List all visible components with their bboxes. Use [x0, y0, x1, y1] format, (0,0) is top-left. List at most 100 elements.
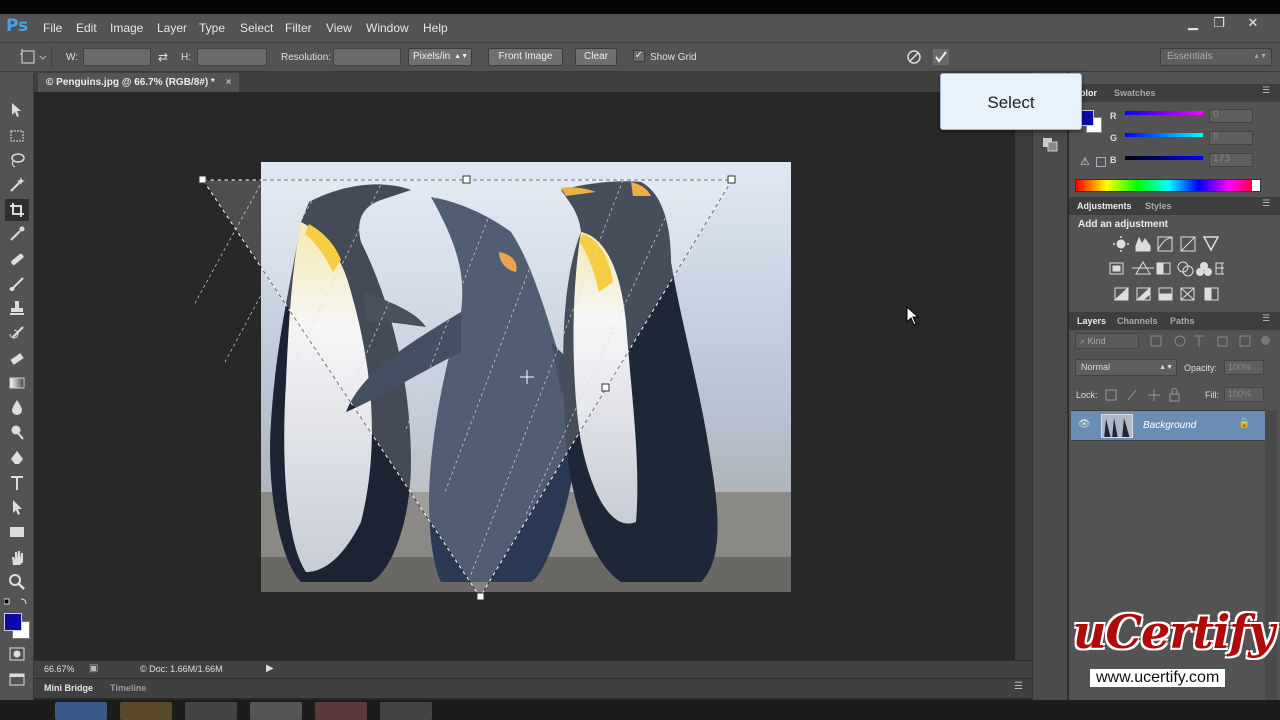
g-value-field[interactable]: 0 — [1209, 131, 1253, 145]
menu-select[interactable]: Select — [240, 21, 273, 35]
color-spectrum-bar[interactable] — [1075, 179, 1261, 192]
menu-edit[interactable]: Edit — [76, 21, 97, 35]
tab-layers[interactable]: Layers — [1077, 312, 1106, 330]
crop-handle-top-right[interactable] — [727, 175, 736, 184]
tab-timeline[interactable]: Timeline — [110, 683, 146, 693]
brightness-icon[interactable] — [1113, 236, 1129, 252]
tab-mini-bridge[interactable]: Mini Bridge — [44, 683, 93, 693]
quick-mask-tool[interactable] — [8, 645, 26, 663]
clear-button[interactable]: Clear — [575, 48, 617, 66]
r-slider[interactable] — [1125, 111, 1203, 115]
swap-icon[interactable]: ⇄ — [158, 50, 168, 64]
history-panel-icon[interactable] — [1042, 136, 1058, 152]
cancel-icon[interactable] — [906, 49, 922, 65]
smart-object-filter-icon[interactable] — [1239, 335, 1251, 347]
tab-adjustments[interactable]: Adjustments — [1077, 197, 1132, 215]
export-icon[interactable]: ▣ — [89, 663, 98, 674]
commit-checkmark-icon[interactable] — [933, 49, 949, 65]
dodge-tool[interactable] — [8, 423, 26, 441]
lock-all-icon[interactable] — [1169, 393, 1180, 402]
crop-handle-top-middle[interactable] — [462, 175, 471, 184]
zoom-level[interactable]: 66.67% — [44, 664, 75, 674]
type-tool[interactable] — [8, 474, 26, 492]
move-tool[interactable] — [8, 101, 26, 119]
show-grid-checkbox[interactable]: ✓ — [633, 50, 645, 62]
taskbar-app-4[interactable] — [250, 702, 302, 720]
path-selection-tool[interactable] — [8, 498, 26, 516]
lasso-tool[interactable] — [8, 151, 26, 169]
menu-filter[interactable]: Filter — [285, 21, 312, 35]
close-tab-icon[interactable]: × — [226, 77, 232, 88]
height-field[interactable] — [197, 48, 267, 66]
adjustment-filter-icon[interactable] — [1174, 335, 1186, 347]
marquee-tool[interactable] — [8, 127, 26, 145]
brush-tool[interactable] — [8, 275, 26, 293]
menu-type[interactable]: Type — [199, 21, 225, 35]
zoom-tool[interactable] — [8, 573, 26, 591]
fill-field[interactable]: 100% — [1224, 387, 1264, 402]
perspective-crop-tool[interactable] — [5, 199, 29, 221]
curves-icon[interactable] — [1157, 236, 1173, 252]
tab-swatches[interactable]: Swatches — [1114, 84, 1156, 102]
resolution-field[interactable] — [333, 48, 401, 66]
swap-colors-icon[interactable] — [4, 597, 30, 607]
panel-menu-icon[interactable]: ☰ — [1262, 199, 1270, 209]
layer-name[interactable]: Background — [1143, 420, 1196, 431]
levels-icon[interactable] — [1135, 245, 1151, 252]
rectangle-tool[interactable] — [8, 523, 26, 541]
history-brush-tool[interactable] — [8, 324, 26, 342]
tab-styles[interactable]: Styles — [1145, 197, 1172, 215]
lock-image-icon[interactable] — [1127, 389, 1137, 401]
front-image-button[interactable]: Front Image — [488, 48, 563, 66]
lock-position-icon[interactable] — [1148, 389, 1160, 401]
opacity-field[interactable]: 100% — [1224, 360, 1264, 375]
tab-paths[interactable]: Paths — [1170, 312, 1195, 330]
panel-menu-icon[interactable]: ☰ — [1014, 681, 1023, 692]
r-value-field[interactable]: 0 — [1209, 109, 1253, 123]
taskbar-app-3[interactable] — [185, 702, 237, 720]
perspective-crop-overlay[interactable] — [195, 172, 740, 604]
levels-histogram-icon[interactable] — [1135, 236, 1151, 247]
menu-layer[interactable]: Layer — [157, 21, 187, 35]
healing-brush-tool[interactable] — [8, 250, 26, 268]
pen-tool[interactable] — [8, 449, 26, 467]
shape-filter-icon[interactable] — [1217, 336, 1228, 347]
tab-color[interactable]: olor — [1080, 84, 1097, 102]
width-field[interactable] — [83, 48, 151, 66]
tab-channels[interactable]: Channels — [1117, 312, 1158, 330]
foreground-color-swatch[interactable] — [4, 613, 22, 631]
menu-window[interactable]: Window — [366, 21, 409, 35]
units-dropdown[interactable]: Pixels/in ▲▼ — [408, 48, 472, 66]
menu-image[interactable]: Image — [110, 21, 143, 35]
gradient-tool[interactable] — [8, 374, 26, 392]
restore-button[interactable]: ❐ — [1212, 17, 1226, 31]
clone-stamp-tool[interactable] — [8, 299, 26, 317]
spectrum-white-chip[interactable] — [1252, 180, 1260, 191]
type-filter-icon[interactable] — [1194, 335, 1204, 347]
g-slider[interactable] — [1125, 133, 1203, 137]
crop-handle-bottom[interactable] — [476, 592, 485, 601]
tool-preset-picker[interactable] — [8, 46, 52, 68]
document-tab[interactable]: © Penguins.jpg @ 66.7% (RGB/8#) * × — [38, 73, 240, 92]
vertical-scrollbar[interactable] — [1015, 92, 1032, 674]
taskbar-app-5[interactable] — [315, 702, 367, 720]
menu-view[interactable]: View — [326, 21, 352, 35]
crop-handle-top-left[interactable] — [198, 175, 207, 184]
taskbar-app-2[interactable] — [120, 702, 172, 720]
filter-toggle-icon[interactable] — [1261, 336, 1270, 345]
minimize-button[interactable]: ▁ — [1186, 17, 1200, 31]
b-slider[interactable] — [1125, 156, 1203, 160]
pixel-filter-icon[interactable] — [1150, 335, 1162, 347]
panel-menu-icon[interactable]: ☰ — [1262, 314, 1270, 324]
screen-mode-tool[interactable] — [8, 670, 26, 688]
vibrance-icon[interactable] — [1202, 236, 1220, 252]
close-button[interactable]: ✕ — [1246, 17, 1260, 31]
status-menu-arrow-icon[interactable]: ▶ — [266, 663, 274, 674]
blur-tool[interactable] — [8, 398, 26, 416]
eraser-tool[interactable] — [8, 349, 26, 367]
layer-row-background[interactable]: 👁 Background 🔒 — [1071, 410, 1265, 441]
b-value-field[interactable]: 173 — [1209, 153, 1253, 167]
blend-mode-dropdown[interactable]: Normal ▲▼ — [1075, 359, 1177, 376]
panel-menu-icon[interactable]: ☰ — [1262, 86, 1270, 96]
lock-transparent-icon[interactable] — [1105, 389, 1117, 401]
